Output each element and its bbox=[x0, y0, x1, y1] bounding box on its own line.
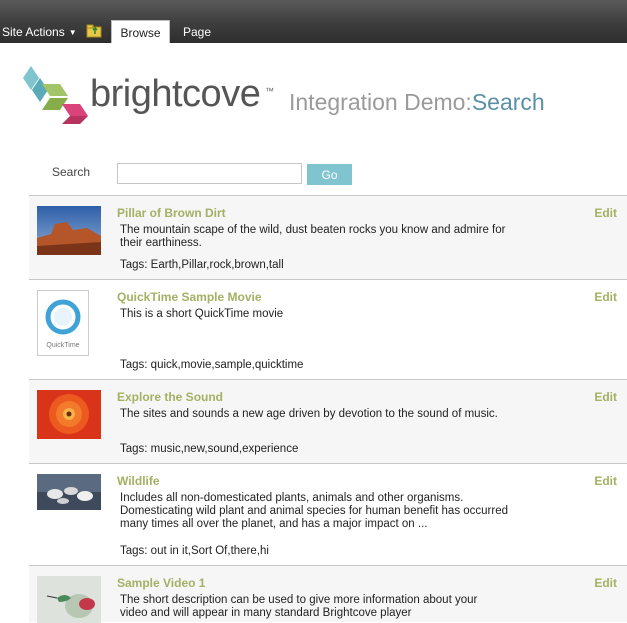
search-input[interactable] bbox=[117, 163, 302, 184]
result-description: The short description can be used to giv… bbox=[120, 594, 478, 619]
site-actions-menu[interactable]: Site Actions ▼ bbox=[2, 24, 77, 40]
result-title[interactable]: QuickTime Sample Movie bbox=[117, 290, 262, 304]
hummingbird-thumbnail[interactable] bbox=[37, 576, 101, 623]
result-row: QuickTime QuickTime Sample Movie Edit Th… bbox=[29, 279, 627, 379]
site-actions-label: Site Actions bbox=[2, 25, 65, 39]
result-row: Wildlife Edit Includes all non-domestica… bbox=[29, 463, 627, 565]
page-title-suffix: Search bbox=[471, 89, 545, 115]
result-tags: Tags: Earth,Pillar,rock,brown,tall bbox=[120, 259, 284, 271]
birds-thumbnail[interactable] bbox=[37, 474, 101, 510]
result-title[interactable]: Wildlife bbox=[117, 474, 160, 488]
page-title-prefix: Integration Demo: bbox=[289, 89, 472, 115]
result-row: Explore the Sound Edit The sites and sou… bbox=[29, 379, 627, 463]
edit-link[interactable]: Edit bbox=[594, 290, 617, 304]
navigate-up-folder-icon[interactable] bbox=[86, 23, 102, 38]
result-description: The mountain scape of the wild, dust bea… bbox=[120, 224, 506, 249]
result-tags: Tags: music,new,sound,experience bbox=[120, 443, 299, 455]
page-title: Integration Demo:Search bbox=[289, 88, 545, 116]
result-row: Pillar of Brown Dirt Edit The mountain s… bbox=[29, 195, 627, 279]
ribbon-bar: Site Actions ▼ Browse Page bbox=[0, 0, 627, 43]
result-tags: Tags: quick,movie,sample,quicktime bbox=[120, 359, 304, 371]
result-description: Includes all non-domesticated plants, an… bbox=[120, 492, 509, 530]
result-description: The sites and sounds a new age driven by… bbox=[120, 408, 498, 420]
result-title[interactable]: Sample Video 1 bbox=[117, 576, 205, 590]
edit-link[interactable]: Edit bbox=[594, 390, 617, 404]
tab-page[interactable]: Page bbox=[175, 20, 219, 43]
desert-rock-thumbnail[interactable] bbox=[37, 206, 101, 255]
go-button[interactable]: Go bbox=[307, 164, 352, 185]
result-description: This is a short QuickTime movie bbox=[120, 308, 284, 320]
result-title[interactable]: Explore the Sound bbox=[117, 390, 223, 404]
quicktime-logo-thumbnail[interactable]: QuickTime bbox=[37, 290, 89, 356]
quicktime-icon bbox=[45, 299, 81, 335]
result-tags: Tags: out in it,Sort Of,there,hi bbox=[120, 545, 269, 557]
edit-link[interactable]: Edit bbox=[594, 206, 617, 220]
thumbnail-caption: QuickTime bbox=[46, 342, 80, 349]
tab-browse[interactable]: Browse bbox=[111, 20, 170, 43]
edit-link[interactable]: Edit bbox=[594, 474, 617, 488]
chevron-down-icon: ▼ bbox=[68, 28, 77, 37]
result-title[interactable]: Pillar of Brown Dirt bbox=[117, 206, 226, 220]
edit-link[interactable]: Edit bbox=[594, 576, 617, 590]
red-flower-thumbnail[interactable] bbox=[37, 390, 101, 439]
search-label: Search bbox=[52, 165, 91, 179]
brightcove-wordmark: brightcove bbox=[90, 73, 261, 115]
trademark-symbol: ™ bbox=[265, 86, 274, 96]
result-row: Sample Video 1 Edit The short descriptio… bbox=[29, 565, 627, 623]
